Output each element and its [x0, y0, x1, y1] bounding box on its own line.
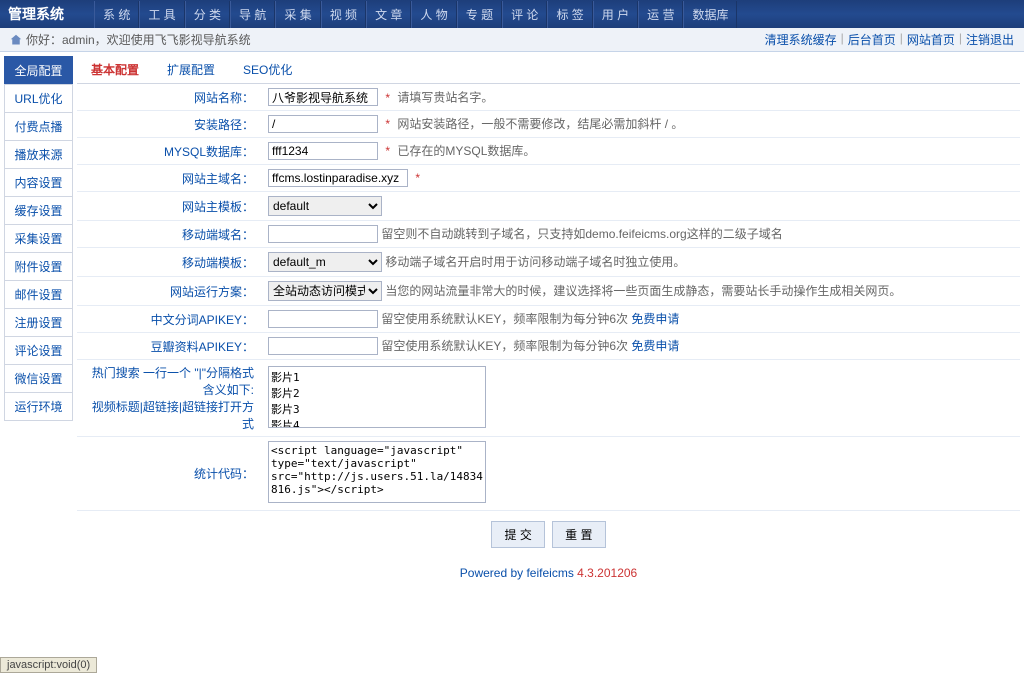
nav-item[interactable]: 评 论	[502, 1, 547, 28]
nav-item[interactable]: 导 航	[230, 1, 275, 28]
label-cn-apikey: 中文分词APIKEY：	[77, 306, 262, 333]
label-hot-search: 热门搜索 一行一个 "|"分隔格式含义如下: 视频标题|超链接|超链接打开方式	[77, 360, 262, 437]
link-cn-apply[interactable]: 免费申请	[631, 312, 679, 326]
sidebar-item[interactable]: 全局配置	[4, 56, 73, 85]
header-link[interactable]: 注销退出	[966, 31, 1014, 48]
home-icon	[10, 34, 22, 46]
label-run-mode: 网站运行方案：	[77, 277, 262, 306]
hint-install-path: 网站安装路径，一般不需要修改，结尾必需加斜杆 / 。	[397, 117, 683, 131]
input-douban-apikey[interactable]	[268, 337, 378, 355]
footer: Powered by feifeicms 4.3.201206	[77, 558, 1020, 588]
input-cn-apikey[interactable]	[268, 310, 378, 328]
greeting-text: 你好：admin，欢迎使用飞飞影视导航系统	[26, 31, 251, 48]
required-marker: *	[385, 91, 390, 105]
sidebar-item[interactable]: 缓存设置	[4, 196, 73, 225]
label-mobile-domain: 移动端域名：	[77, 221, 262, 248]
input-mobile-domain[interactable]	[268, 225, 378, 243]
sidebar-item[interactable]: URL优化	[4, 84, 73, 113]
form-buttons: 提 交 重 置	[77, 511, 1020, 558]
nav-item[interactable]: 用 户	[593, 1, 638, 28]
nav-item[interactable]: 工 具	[139, 1, 184, 28]
app-title: 管理系统	[8, 4, 64, 24]
label-install-path: 安装路径：	[77, 111, 262, 138]
textarea-hot-search[interactable]: 影片1 影片2 影片3 影片4 影片5	[268, 366, 486, 428]
sidebar-item[interactable]: 运行环境	[4, 392, 73, 421]
header-link[interactable]: 后台首页	[848, 31, 896, 48]
nav-item[interactable]: 视 频	[321, 1, 366, 28]
hint-mobile-tpl: 移动端子域名开启时用于访问移动端子域名时独立使用。	[385, 255, 685, 269]
required-marker: *	[415, 171, 420, 185]
label-mysql-db: MYSQL数据库：	[77, 138, 262, 165]
textarea-stats-code[interactable]: <script language="javascript" type="text…	[268, 441, 486, 503]
label-douban-apikey: 豆瓣资料APIKEY：	[77, 333, 262, 360]
browser-statusbar: javascript:void(0)	[0, 657, 97, 673]
header-link[interactable]: 网站首页	[907, 31, 955, 48]
label-stats-code: 统计代码：	[77, 437, 262, 511]
label-mobile-tpl: 移动端模板：	[77, 248, 262, 277]
hint-cn-apikey: 留空使用系统默认KEY，频率限制为每分钟6次 免费申请	[381, 312, 679, 326]
input-site-name[interactable]	[268, 88, 378, 106]
main-area: 全局配置URL优化付费点播播放来源内容设置缓存设置采集设置附件设置邮件设置注册设…	[0, 52, 1024, 592]
nav-item[interactable]: 运 营	[638, 1, 683, 28]
select-main-tpl[interactable]: default	[268, 196, 382, 216]
content-panel: 基本配置扩展配置SEO优化 网站名称： * 请填写贵站名字。 安装路径： * 网…	[77, 56, 1020, 588]
required-marker: *	[385, 144, 390, 158]
footer-version: 4.3.201206	[577, 566, 637, 580]
submit-button[interactable]: 提 交	[491, 521, 544, 548]
label-main-tpl: 网站主模板：	[77, 192, 262, 221]
main-nav: 系 统工 具分 类导 航采 集视 频文 章人 物专 题评 论标 签用 户运 营数…	[94, 1, 737, 28]
input-install-path[interactable]	[268, 115, 378, 133]
sidebar-item[interactable]: 付费点播	[4, 112, 73, 141]
hint-mobile-domain: 留空则不自动跳转到子域名，只支持如demo.feifeicms.org这样的二级…	[381, 227, 782, 241]
select-run-mode[interactable]: 全站动态访问模式	[268, 281, 382, 301]
label-main-domain: 网站主域名：	[77, 165, 262, 192]
config-tab[interactable]: 扩展配置	[153, 56, 229, 83]
sidebar-item[interactable]: 注册设置	[4, 308, 73, 337]
sidebar-item[interactable]: 内容设置	[4, 168, 73, 197]
config-form: 网站名称： * 请填写贵站名字。 安装路径： * 网站安装路径，一般不需要修改，…	[77, 84, 1020, 511]
nav-item[interactable]: 分 类	[185, 1, 230, 28]
sidebar: 全局配置URL优化付费点播播放来源内容设置缓存设置采集设置附件设置邮件设置注册设…	[4, 56, 73, 588]
link-douban-apply[interactable]: 免费申请	[631, 339, 679, 353]
nav-item[interactable]: 文 章	[366, 1, 411, 28]
nav-item[interactable]: 专 题	[457, 1, 502, 28]
sidebar-item[interactable]: 播放来源	[4, 140, 73, 169]
reset-button[interactable]: 重 置	[552, 521, 605, 548]
config-tab[interactable]: SEO优化	[229, 56, 306, 83]
sidebar-item[interactable]: 附件设置	[4, 252, 73, 281]
sidebar-item[interactable]: 邮件设置	[4, 280, 73, 309]
config-tab[interactable]: 基本配置	[77, 56, 153, 83]
nav-item[interactable]: 采 集	[275, 1, 320, 28]
hint-site-name: 请填写贵站名字。	[397, 91, 493, 105]
hint-run-mode: 当您的网站流量非常大的时候，建议选择将一些页面生成静态，需要站长手动操作生成相关…	[385, 284, 901, 298]
hint-douban-apikey: 留空使用系统默认KEY，频率限制为每分钟6次 免费申请	[381, 339, 679, 353]
sidebar-item[interactable]: 评论设置	[4, 336, 73, 365]
config-tabs: 基本配置扩展配置SEO优化	[77, 56, 1020, 84]
header-link[interactable]: 清理系统缓存	[765, 31, 837, 48]
sidebar-item[interactable]: 采集设置	[4, 224, 73, 253]
nav-item[interactable]: 人 物	[411, 1, 456, 28]
nav-item[interactable]: 标 签	[547, 1, 592, 28]
select-mobile-tpl[interactable]: default_m	[268, 252, 382, 272]
required-marker: *	[385, 117, 390, 131]
top-header: 管理系统 系 统工 具分 类导 航采 集视 频文 章人 物专 题评 论标 签用 …	[0, 0, 1024, 28]
input-main-domain[interactable]	[268, 169, 408, 187]
greeting-area: 你好：admin，欢迎使用飞飞影视导航系统	[10, 31, 251, 48]
header-links: 清理系统缓存 | 后台首页 | 网站首页 | 注销退出	[765, 31, 1014, 48]
hint-mysql-db: 已存在的MYSQL数据库。	[397, 144, 535, 158]
nav-item[interactable]: 数据库	[683, 1, 737, 28]
sub-header: 你好：admin，欢迎使用飞飞影视导航系统 清理系统缓存 | 后台首页 | 网站…	[0, 28, 1024, 52]
nav-item[interactable]: 系 统	[94, 1, 139, 28]
input-mysql-db[interactable]	[268, 142, 378, 160]
footer-text: Powered by feifeicms	[460, 566, 577, 580]
label-site-name: 网站名称：	[77, 84, 262, 111]
sidebar-item[interactable]: 微信设置	[4, 364, 73, 393]
